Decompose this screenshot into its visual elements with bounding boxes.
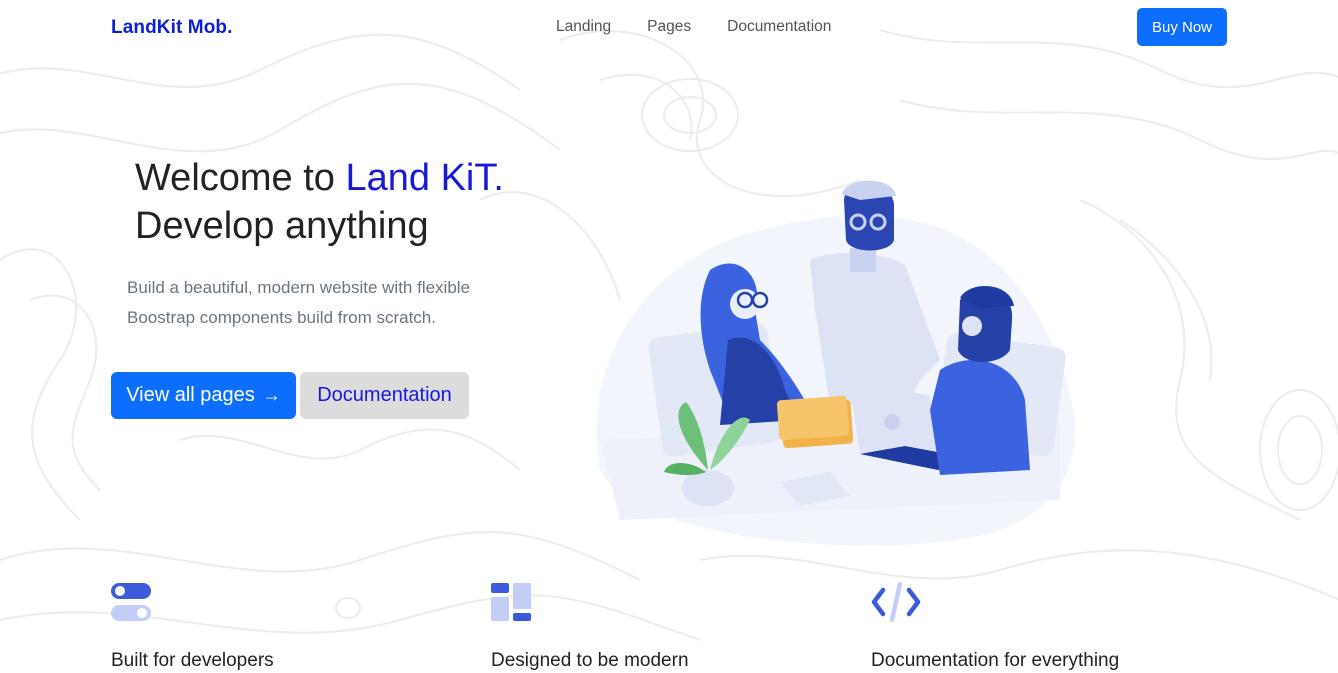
hero-title-line2: Develop anything — [135, 205, 429, 247]
buy-now-button[interactable]: Buy Now — [1137, 8, 1227, 46]
hero-title: Welcome to Land KiT. Develop anything — [135, 154, 504, 250]
feature-title-documentation: Documentation for everything — [871, 650, 1120, 671]
feature-title-modern: Designed to be modern — [491, 650, 689, 671]
view-all-pages-label: View all pages — [126, 384, 255, 406]
nav-link-documentation[interactable]: Documentation — [727, 18, 831, 36]
nav-link-landing[interactable]: Landing — [556, 18, 611, 36]
feature-title-developers: Built for developers — [111, 650, 274, 671]
layout-blocks-icon — [491, 583, 531, 621]
feature-developers: Built for developers — [111, 580, 274, 671]
hero-title-prefix: Welcome to — [135, 157, 346, 199]
feature-documentation: Documentation for everything — [871, 580, 1119, 671]
feature-modern: Designed to be modern — [491, 580, 689, 671]
toggle-switches-icon — [111, 583, 151, 621]
documentation-button[interactable]: Documentation — [300, 372, 469, 419]
hero-subtitle-line1: Build a beautiful, modern website with f… — [127, 278, 471, 297]
code-brackets-icon — [871, 581, 921, 623]
hero-subtitle-line2: Boostrap components build from scratch. — [127, 308, 436, 327]
nav-link-pages[interactable]: Pages — [647, 18, 691, 36]
view-all-pages-button[interactable]: View all pages → — [111, 372, 296, 419]
hero-title-accent: Land KiT. — [345, 157, 504, 199]
navbar: LandKit Mob. Landing Pages Documentation… — [0, 0, 1338, 56]
arrow-right-icon: → — [262, 385, 281, 405]
brand-logo[interactable]: LandKit Mob. — [111, 17, 233, 39]
hero-subtitle: Build a beautiful, modern website with f… — [127, 273, 527, 333]
team-meeting-illustration — [596, 180, 1075, 546]
nav-links: Landing Pages Documentation — [556, 18, 867, 36]
